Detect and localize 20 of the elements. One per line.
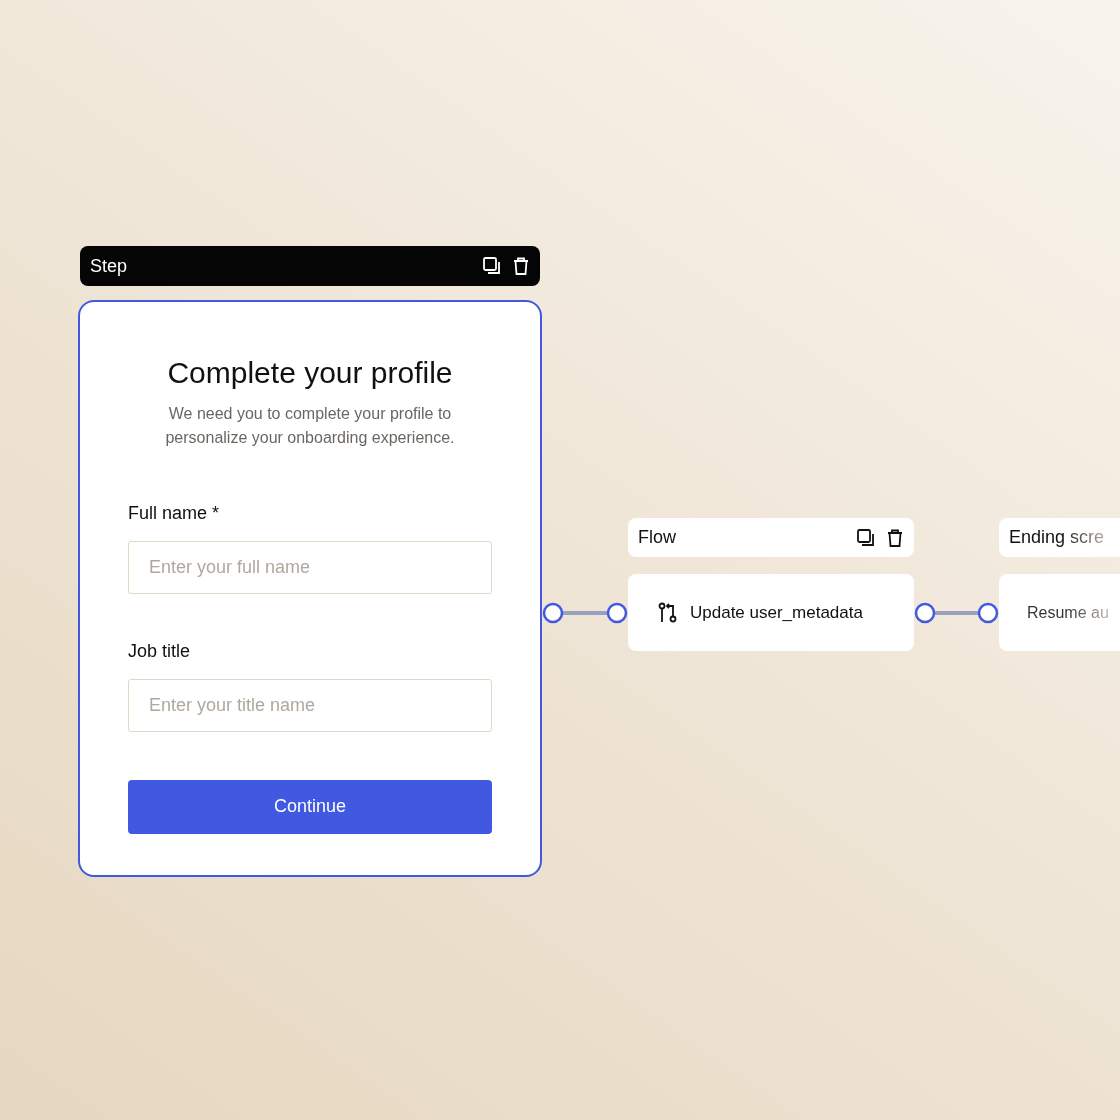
ending-node[interactable]: Resume au <box>999 574 1120 651</box>
port-handle[interactable] <box>542 602 564 624</box>
duplicate-icon[interactable] <box>856 527 876 548</box>
port-handle[interactable] <box>606 602 628 624</box>
form-description: We need you to complete your profile to personalize your onboarding experience. <box>164 403 456 448</box>
input-field[interactable]: Enter your full name <box>128 540 492 594</box>
node-title: Step <box>90 254 128 278</box>
continue-button[interactable]: Continue <box>128 779 492 834</box>
port-handle[interactable] <box>977 602 999 624</box>
field-label: Job title <box>128 639 192 663</box>
port-handle[interactable] <box>914 602 936 624</box>
form-heading: Complete your profile <box>166 355 454 391</box>
input-field[interactable]: Enter your title name <box>128 678 492 732</box>
node-title: Flow <box>638 526 676 549</box>
trash-icon[interactable] <box>886 527 904 548</box>
duplicate-icon[interactable] <box>482 256 502 276</box>
flow-node[interactable]: Update user_metadata <box>628 574 914 651</box>
trash-icon[interactable] <box>512 256 530 276</box>
field-label: Full name * <box>128 501 221 525</box>
branch-icon <box>658 601 678 624</box>
